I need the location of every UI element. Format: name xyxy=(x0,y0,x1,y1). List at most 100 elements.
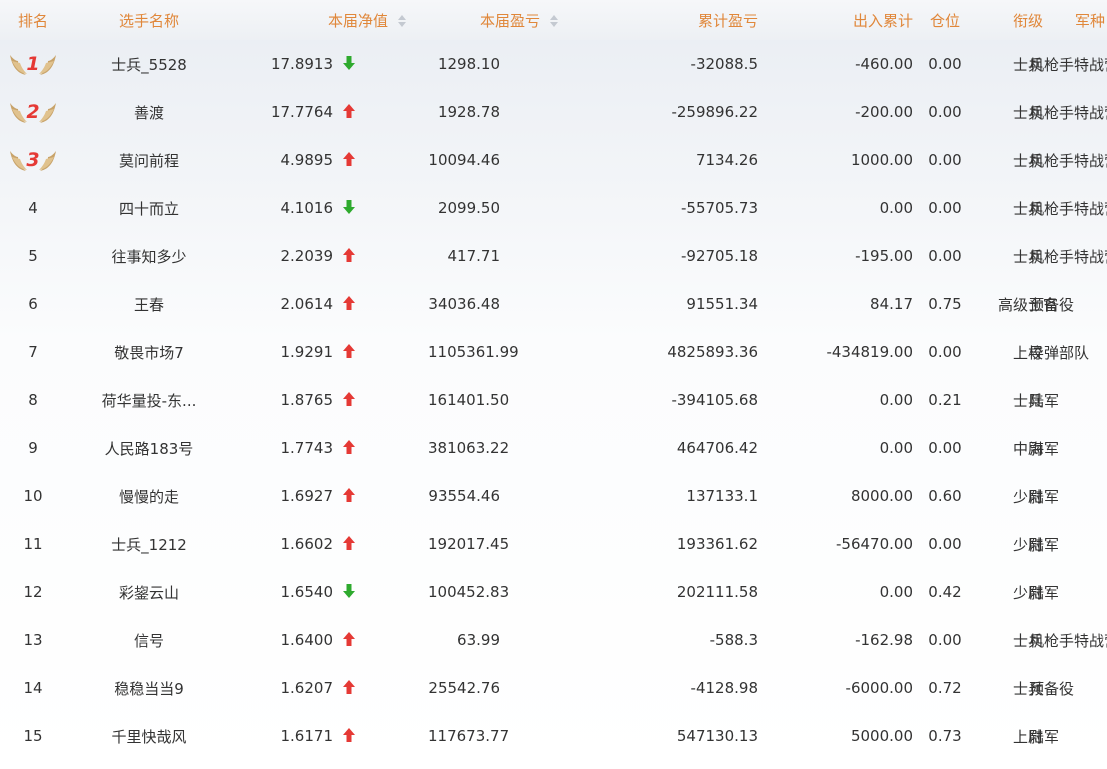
nav-cell: 1.6602 xyxy=(232,520,428,568)
inout-cell: 0.00 xyxy=(758,376,913,424)
header-branch[interactable]: 军种 xyxy=(1075,0,1107,40)
medal-icon: 1 xyxy=(8,49,58,79)
pnl-value: 100452.83 xyxy=(428,583,510,601)
rank-cell: 11 xyxy=(0,520,66,568)
cum-value: 4825893.36 xyxy=(667,343,758,361)
position-cell: 0.00 xyxy=(913,616,977,664)
player-name[interactable]: 人民路183号 xyxy=(66,424,232,472)
ranking-table: 排名 选手名称 本届净值 本届盈亏 累计盈亏 出入累计 仓位 衔级 军种 1 士… xyxy=(0,0,1107,760)
nav-value: 1.6400 xyxy=(280,631,334,649)
header-title[interactable]: 衔级 xyxy=(977,0,1079,40)
position-cell: 0.00 xyxy=(913,232,977,280)
table-row[interactable]: 10 慢慢的走 1.6927 93554.46 137133.1 8000.00… xyxy=(0,472,1107,520)
header-inout-label: 出入累计 xyxy=(852,11,913,30)
position-cell: 0.00 xyxy=(913,88,977,136)
position-cell: 0.00 xyxy=(913,520,977,568)
position-value: 0.72 xyxy=(928,679,962,697)
sort-icon[interactable] xyxy=(550,14,560,27)
inout-value: 5000.00 xyxy=(850,727,913,745)
player-name[interactable]: 四十而立 xyxy=(66,184,232,232)
table-row[interactable]: 12 彩鋆云山 1.6540 100452.83 202111.58 0.00 … xyxy=(0,568,1107,616)
branch-cell: 陆军 xyxy=(1029,520,1107,568)
player-name[interactable]: 慢慢的走 xyxy=(66,472,232,520)
table-row[interactable]: 11 士兵_1212 1.6602 192017.45 193361.62 -5… xyxy=(0,520,1107,568)
position-cell: 0.42 xyxy=(913,568,977,616)
table-row[interactable]: 1 士兵_5528 17.8913 1298.10 -32088.5 -460.… xyxy=(0,40,1107,88)
player-name[interactable]: 千里快哉风 xyxy=(66,712,232,760)
rank-number: 11 xyxy=(23,535,43,553)
player-name[interactable]: 荷华量投-东... xyxy=(66,376,232,424)
position-cell: 0.21 xyxy=(913,376,977,424)
table-row[interactable]: 5 往事知多少 2.2039 417.71 -92705.18 -195.00 … xyxy=(0,232,1107,280)
player-name[interactable]: 士兵_1212 xyxy=(66,520,232,568)
header-rank[interactable]: 排名 xyxy=(0,0,66,40)
rank-cell: 6 xyxy=(0,280,66,328)
rank-cell: 12 xyxy=(0,568,66,616)
position-value: 0.60 xyxy=(928,487,962,505)
nav-cell: 1.6400 xyxy=(232,616,428,664)
pnl-value: 417.71 xyxy=(447,247,501,265)
inout-cell: 8000.00 xyxy=(758,472,913,520)
pnl-cell: 93554.46 xyxy=(428,472,600,520)
player-name[interactable]: 信号 xyxy=(66,616,232,664)
pnl-value: 1928.78 xyxy=(437,103,500,121)
player-name[interactable]: 稳稳当当9 xyxy=(66,664,232,712)
rank-cell: 15 xyxy=(0,712,66,760)
arrow-up-icon xyxy=(342,391,356,407)
table-body: 1 士兵_5528 17.8913 1298.10 -32088.5 -460.… xyxy=(0,40,1107,760)
header-nav[interactable]: 本届净值 xyxy=(232,0,428,40)
branch-value: 海军 xyxy=(1029,439,1060,458)
inout-cell: -56470.00 xyxy=(758,520,913,568)
table-row[interactable]: 4 四十而立 4.1016 2099.50 -55705.73 0.00 0.0… xyxy=(0,184,1107,232)
header-nav-label: 本届净值 xyxy=(327,11,388,30)
position-cell: 0.75 xyxy=(913,280,977,328)
rank-number: 7 xyxy=(28,343,38,361)
pnl-value: 2099.50 xyxy=(437,199,500,217)
table-row[interactable]: 13 信号 1.6400 63.99 -588.3 -162.98 0.00 士… xyxy=(0,616,1107,664)
player-name[interactable]: 善渡 xyxy=(66,88,232,136)
table-row[interactable]: 8 荷华量投-东... 1.8765 161401.50 -394105.68 … xyxy=(0,376,1107,424)
table-row[interactable]: 2 善渡 17.7764 1928.78 -259896.22 -200.00 … xyxy=(0,88,1107,136)
position-value: 0.00 xyxy=(928,439,962,457)
player-name[interactable]: 彩鋆云山 xyxy=(66,568,232,616)
player-name[interactable]: 士兵_5528 xyxy=(66,40,232,88)
inout-cell: 84.17 xyxy=(758,280,913,328)
branch-value: 机枪手特战营 xyxy=(1029,631,1107,650)
table-row[interactable]: 14 稳稳当当9 1.6207 25542.76 -4128.98 -6000.… xyxy=(0,664,1107,712)
table-row[interactable]: 9 人民路183号 1.7743 381063.22 464706.42 0.0… xyxy=(0,424,1107,472)
inout-cell: -200.00 xyxy=(758,88,913,136)
nav-cell: 1.8765 xyxy=(232,376,428,424)
inout-cell: 0.00 xyxy=(758,184,913,232)
cum-cell: -92705.18 xyxy=(600,232,758,280)
nav-cell: 2.0614 xyxy=(232,280,428,328)
inout-value: -56470.00 xyxy=(836,535,913,553)
nav-value: 2.0614 xyxy=(280,295,334,313)
player-name[interactable]: 莫问前程 xyxy=(66,136,232,184)
table-row[interactable]: 3 莫问前程 4.9895 10094.46 7134.26 1000.00 0… xyxy=(0,136,1107,184)
header-position[interactable]: 仓位 xyxy=(913,0,977,40)
inout-value: 0.00 xyxy=(879,391,913,409)
nav-value: 1.6207 xyxy=(280,679,334,697)
table-row[interactable]: 6 王春 2.0614 34036.48 91551.34 84.17 0.75… xyxy=(0,280,1107,328)
position-cell: 0.72 xyxy=(913,664,977,712)
player-name[interactable]: 敬畏市场7 xyxy=(66,328,232,376)
header-inout[interactable]: 出入累计 xyxy=(758,0,913,40)
cum-value: 137133.1 xyxy=(686,487,758,505)
player-name[interactable]: 往事知多少 xyxy=(66,232,232,280)
rank-cell: 2 xyxy=(0,88,66,136)
pnl-value: 117673.77 xyxy=(428,727,510,745)
header-cum[interactable]: 累计盈亏 xyxy=(600,0,758,40)
table-row[interactable]: 7 敬畏市场7 1.9291 1105361.99 4825893.36 -43… xyxy=(0,328,1107,376)
player-name[interactable]: 王春 xyxy=(66,280,232,328)
title-cell: 少尉 xyxy=(977,520,1079,568)
pnl-cell: 381063.22 xyxy=(428,424,600,472)
rank-cell: 3 xyxy=(0,136,66,184)
position-cell: 0.00 xyxy=(913,184,977,232)
cum-cell: 7134.26 xyxy=(600,136,758,184)
position-cell: 0.73 xyxy=(913,712,977,760)
sort-icon[interactable] xyxy=(398,14,408,27)
header-pnl[interactable]: 本届盈亏 xyxy=(428,0,600,40)
branch-value: 导弹部队 xyxy=(1029,343,1090,362)
header-name[interactable]: 选手名称 xyxy=(66,0,232,40)
table-row[interactable]: 15 千里快哉风 1.6171 117673.77 547130.13 5000… xyxy=(0,712,1107,760)
